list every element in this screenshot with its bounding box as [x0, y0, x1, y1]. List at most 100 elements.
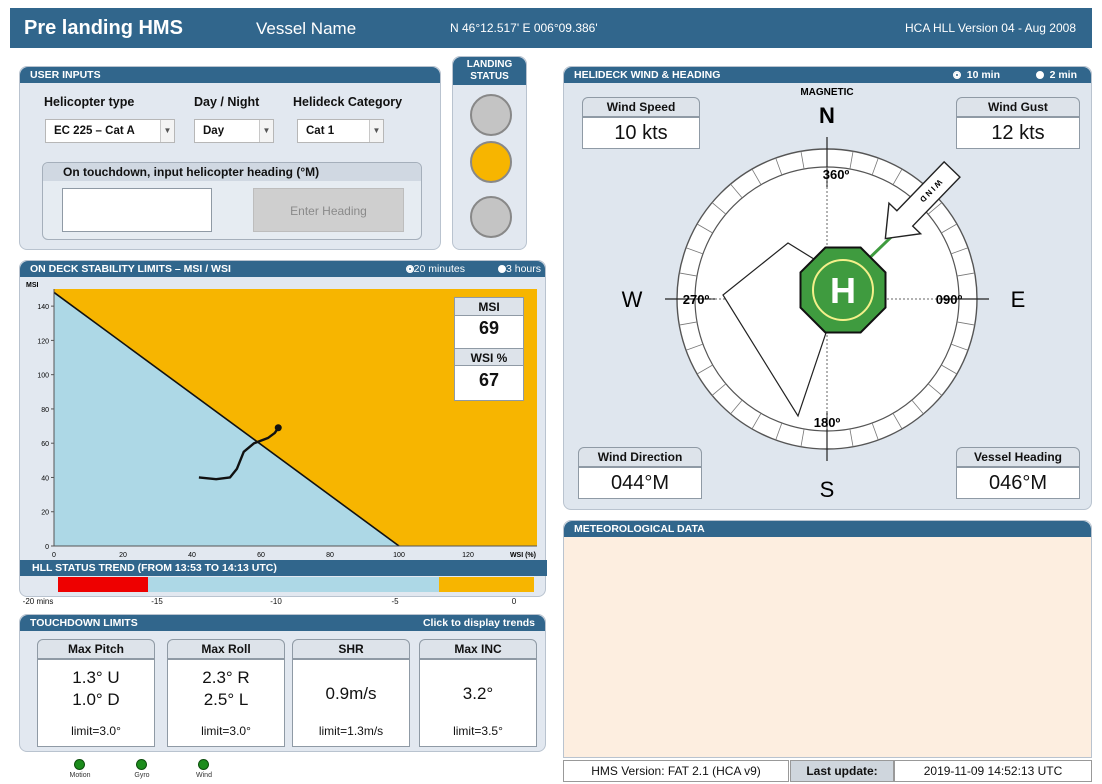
radio-3-hours[interactable]: 3 hours [497, 261, 541, 277]
heading-input[interactable] [62, 188, 212, 232]
display-trends-link[interactable]: Click to display trends [423, 615, 535, 631]
touchdown-card-label: Max INC [419, 639, 537, 659]
wind-gust-box: Wind Gust 12 kts [956, 97, 1080, 149]
x-tick-label: 100 [393, 552, 405, 559]
wind-direction-value: 044°M [578, 467, 702, 499]
status-leds: Motion Gyro Wind [60, 758, 260, 784]
led-icon [198, 759, 209, 770]
radio-20-label: 20 minutes [413, 263, 465, 275]
chevron-down-icon: ▼ [259, 120, 273, 142]
led-icon [74, 759, 85, 770]
touchdown-card-body: 0.9m/s limit=1.3m/s [292, 659, 410, 747]
led-label: Wind [196, 772, 212, 779]
x-tick-label: 40 [188, 552, 196, 559]
app-title: Pre landing HMS [24, 17, 183, 39]
user-inputs-panel: USER INPUTS Helicopter type Day / Night … [19, 66, 441, 250]
hll-tick-label: 0 [511, 597, 517, 606]
touchdown-card[interactable]: Max INC 3.2° limit=3.5° [419, 639, 537, 747]
hll-tick-label: -10 [270, 597, 282, 606]
touchdown-card[interactable]: SHR 0.9m/s limit=1.3m/s [292, 639, 410, 747]
msi-label: MSI [455, 298, 523, 316]
stability-title: ON DECK STABILITY LIMITS – MSI / WSI 20 … [20, 261, 545, 277]
wind-gust-value: 12 kts [956, 117, 1080, 149]
wind-speed-box: Wind Speed 10 kts [582, 97, 700, 149]
x-tick-label: 80 [326, 552, 334, 559]
user-inputs-title: USER INPUTS [20, 67, 440, 83]
x-tick-label: 20 [119, 552, 127, 559]
status-led-gyro: Gyro [122, 758, 162, 784]
touchdown-title: TOUCHDOWN LIMITS Click to display trends [20, 615, 545, 631]
title-bar: Pre landing HMS Vessel Name N 46°12.517'… [10, 8, 1092, 48]
compass-n-label: N [819, 103, 835, 128]
y-tick-label: 140 [37, 304, 49, 311]
compass-w-label: W [622, 287, 643, 312]
y-tick-label: 40 [41, 475, 49, 482]
radio-2-min[interactable]: 2 min [1035, 67, 1077, 83]
touchdown-limit: limit=1.3m/s [318, 724, 384, 738]
helideck-category-select[interactable]: Cat 1 ▼ [297, 119, 384, 143]
landing-status-title-line1: LANDING [466, 59, 513, 70]
y-tick-label: 0 [45, 544, 49, 551]
x-tick-label: 60 [257, 552, 265, 559]
compass-e-label: E [1011, 287, 1026, 312]
radio-2-label: 2 min [1049, 69, 1077, 81]
hll-trend-bar [58, 577, 534, 592]
helicopter-type-value: EC 225 – Cat A [54, 125, 135, 137]
day-night-select[interactable]: Day ▼ [194, 119, 274, 143]
touchdown-limit: limit=3.0° [201, 724, 251, 738]
wind-speed-label: Wind Speed [582, 97, 700, 117]
helideck-h-symbol: H [830, 270, 856, 311]
touchdown-limit: limit=3.5° [453, 724, 503, 738]
magnetic-label: MAGNETIC [800, 87, 853, 98]
led-label: Motion [69, 772, 91, 779]
wind-panel: HELIDECK WIND & HEADING 10 min 2 min MAG… [563, 66, 1092, 510]
led-label: Gyro [134, 772, 150, 779]
hll-tick-label: -15 [151, 597, 163, 606]
y-tick-label: 60 [41, 441, 49, 448]
met-panel: METEOROLOGICAL DATA [563, 520, 1092, 758]
compass-s-label: S [820, 477, 835, 502]
radio-off-icon [497, 265, 506, 273]
touchdown-title-text: TOUCHDOWN LIMITS [30, 617, 138, 629]
chevron-down-icon: ▼ [160, 120, 174, 142]
touchdown-card[interactable]: Max Pitch 1.3° U 1.0° D limit=3.0° [37, 639, 155, 747]
wsi-label: WSI % [455, 348, 523, 366]
current-point [274, 424, 282, 432]
wind-speed-value: 10 kts [582, 117, 700, 149]
helicopter-type-label: Helicopter type [44, 95, 135, 109]
status-led-wind: Wind [184, 758, 224, 784]
hll-tick-label: -5 [391, 597, 399, 606]
touchdown-card-body: 3.2° limit=3.5° [419, 659, 537, 747]
touchdown-value-2: 1.0° D [72, 690, 120, 709]
y-tick-label: 120 [37, 338, 49, 345]
last-update-value: 2019-11-09 14:52:13 UTC [894, 760, 1092, 782]
x-axis-label: WSI (%) [510, 552, 536, 559]
wind-title: HELIDECK WIND & HEADING 10 min 2 min [564, 67, 1091, 83]
vessel-heading-box: Vessel Heading 046°M [956, 447, 1080, 499]
x-tick-label: 0 [52, 552, 56, 559]
day-night-value: Day [203, 125, 225, 137]
stability-title-text: ON DECK STABILITY LIMITS – MSI / WSI [30, 263, 231, 275]
enter-heading-button[interactable]: Enter Heading [253, 188, 404, 232]
hll-trend-title: HLL STATUS TREND (FROM 13:53 TO 14:13 UT… [20, 560, 547, 576]
wind-direction-label: Wind Direction [578, 447, 702, 467]
msi-value: 69 [478, 318, 500, 338]
wind-direction-box: Wind Direction 044°M [578, 447, 702, 499]
radio-10-label: 10 min [966, 69, 1000, 81]
radio-20-minutes[interactable]: 20 minutes [405, 261, 465, 277]
hll-trend-axis: -20 mins -15 -10 -5 0 [23, 597, 517, 609]
helicopter-type-select[interactable]: EC 225 – Cat A ▼ [45, 119, 175, 143]
touchdown-limit: limit=3.0° [71, 724, 121, 738]
radio-10-min[interactable]: 10 min [952, 67, 1000, 83]
msi-wsi-readout: MSI 69 WSI % 67 [454, 297, 524, 401]
touchdown-value-1: 0.9m/s [325, 684, 377, 703]
status-light-bottom [470, 196, 512, 238]
touchdown-card[interactable]: Max Roll 2.3° R 2.5° L limit=3.0° [167, 639, 285, 747]
vessel-heading-value: 046°M [956, 467, 1080, 499]
touchdown-card-label: SHR [292, 639, 410, 659]
vessel-heading-label: Vessel Heading [956, 447, 1080, 467]
deg-180-label: 180º [814, 415, 841, 430]
position-readout: N 46°12.517' E 006°09.386' [450, 21, 598, 35]
hll-segment [58, 577, 149, 592]
landing-status-title: LANDING STATUS [453, 57, 526, 85]
